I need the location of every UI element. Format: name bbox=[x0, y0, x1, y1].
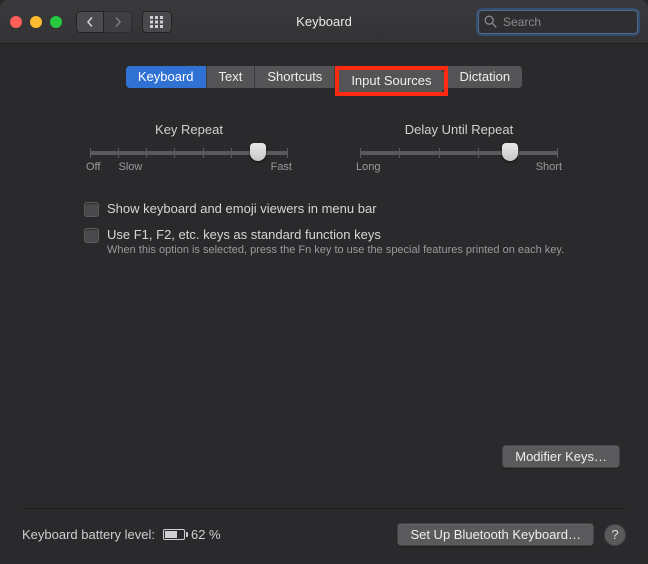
tab-text[interactable]: Text bbox=[207, 66, 256, 88]
sliders-row: Key Repeat Off Slow Fast Delay Until Rep… bbox=[28, 122, 620, 173]
search-input[interactable] bbox=[478, 10, 638, 34]
chevron-left-icon bbox=[85, 17, 95, 27]
tab-input-sources[interactable]: Input Sources bbox=[339, 70, 443, 92]
delay-repeat-slider[interactable] bbox=[360, 151, 558, 155]
fn-keys-row: Use F1, F2, etc. keys as standard functi… bbox=[84, 227, 620, 256]
delay-repeat-title: Delay Until Repeat bbox=[354, 122, 564, 137]
checkboxes: Show keyboard and emoji viewers in menu … bbox=[84, 201, 620, 256]
minimize-window-button[interactable] bbox=[30, 16, 42, 28]
key-repeat-slow-label: Slow bbox=[100, 161, 270, 173]
fn-keys-label: Use F1, F2, etc. keys as standard functi… bbox=[107, 227, 564, 242]
delay-repeat-labels: Long Short bbox=[354, 161, 564, 173]
delay-short-label: Short bbox=[536, 161, 562, 173]
key-repeat-thumb[interactable] bbox=[250, 143, 266, 161]
keyboard-prefs-window: { "title": "Keyboard", "search": { "plac… bbox=[0, 0, 648, 564]
key-repeat-labels: Off Slow Fast bbox=[84, 161, 294, 173]
close-window-button[interactable] bbox=[10, 16, 22, 28]
modifier-keys-row: Modifier Keys… bbox=[502, 445, 620, 468]
footer-divider bbox=[22, 508, 626, 509]
delay-repeat-ticks bbox=[360, 148, 558, 158]
back-button[interactable] bbox=[76, 11, 104, 33]
key-repeat-fast-label: Fast bbox=[271, 161, 292, 173]
battery-percent: 62 % bbox=[191, 527, 221, 542]
tab-shortcuts[interactable]: Shortcuts bbox=[255, 66, 335, 88]
battery-icon bbox=[163, 529, 185, 540]
battery-label: Keyboard battery level: bbox=[22, 527, 155, 542]
grid-icon bbox=[150, 16, 164, 28]
tab-keyboard[interactable]: Keyboard bbox=[126, 66, 207, 88]
modifier-keys-button[interactable]: Modifier Keys… bbox=[502, 445, 620, 468]
show-viewers-checkbox[interactable] bbox=[84, 202, 99, 217]
footer-row: Keyboard battery level: 62 % Set Up Blue… bbox=[22, 523, 626, 546]
delay-long-label: Long bbox=[356, 161, 380, 173]
search-icon bbox=[484, 15, 497, 28]
footer: Keyboard battery level: 62 % Set Up Blue… bbox=[0, 508, 648, 564]
tab-dictation[interactable]: Dictation bbox=[448, 66, 523, 88]
search-wrap bbox=[478, 10, 638, 34]
help-button[interactable]: ? bbox=[604, 524, 626, 546]
nav-buttons bbox=[76, 11, 132, 33]
fn-keys-checkbox[interactable] bbox=[84, 228, 99, 243]
tab-bar: Keyboard Text Shortcuts Input Sources Di… bbox=[28, 66, 620, 96]
show-viewers-label: Show keyboard and emoji viewers in menu … bbox=[107, 201, 377, 216]
battery-fill bbox=[165, 531, 177, 538]
key-repeat-off-label: Off bbox=[86, 161, 100, 173]
bluetooth-keyboard-button[interactable]: Set Up Bluetooth Keyboard… bbox=[397, 523, 594, 546]
forward-button[interactable] bbox=[104, 11, 132, 33]
window-controls bbox=[10, 16, 62, 28]
content: Keyboard Text Shortcuts Input Sources Di… bbox=[0, 44, 648, 278]
fn-keys-help: When this option is selected, press the … bbox=[107, 244, 564, 256]
show-viewers-row: Show keyboard and emoji viewers in menu … bbox=[84, 201, 620, 217]
zoom-window-button[interactable] bbox=[50, 16, 62, 28]
titlebar: Keyboard bbox=[0, 0, 648, 44]
delay-repeat-block: Delay Until Repeat Long Short bbox=[354, 122, 564, 173]
key-repeat-block: Key Repeat Off Slow Fast bbox=[84, 122, 294, 173]
show-all-button[interactable] bbox=[142, 11, 172, 33]
key-repeat-slider[interactable] bbox=[90, 151, 288, 155]
key-repeat-title: Key Repeat bbox=[84, 122, 294, 137]
delay-repeat-thumb[interactable] bbox=[502, 143, 518, 161]
input-sources-highlight: Input Sources bbox=[335, 66, 447, 96]
chevron-right-icon bbox=[113, 17, 123, 27]
